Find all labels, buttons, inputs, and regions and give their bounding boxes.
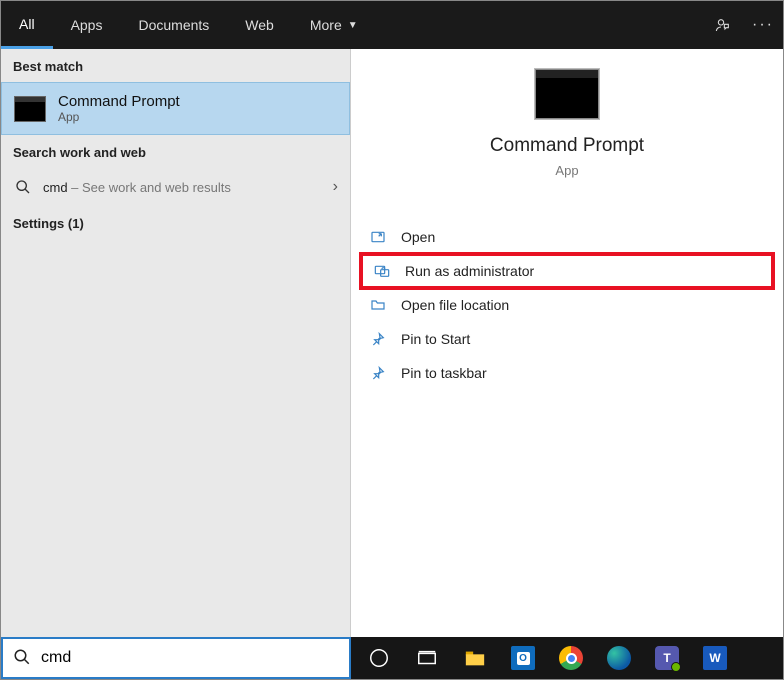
filter-tabs: All Apps Documents Web More ▼ ··· xyxy=(1,1,783,49)
tab-apps[interactable]: Apps xyxy=(53,1,121,49)
search-work-web-item[interactable]: cmd – See work and web results › xyxy=(1,168,350,206)
tab-web[interactable]: Web xyxy=(227,1,292,49)
pin-icon xyxy=(369,330,387,348)
chrome-icon xyxy=(559,646,583,670)
command-prompt-icon xyxy=(14,96,46,122)
search-work-web-header: Search work and web xyxy=(1,135,350,168)
edge-button[interactable] xyxy=(597,637,641,679)
action-label: Run as administrator xyxy=(405,263,534,279)
outlook-button[interactable]: O xyxy=(501,637,545,679)
preview-title: Command Prompt xyxy=(490,135,644,157)
action-open[interactable]: Open xyxy=(357,220,777,254)
results-panel: Best match Command Prompt App Search wor… xyxy=(1,49,351,637)
tab-documents[interactable]: Documents xyxy=(120,1,227,49)
more-options-icon[interactable]: ··· xyxy=(743,16,783,34)
action-pin-to-taskbar[interactable]: Pin to taskbar xyxy=(357,356,777,390)
taskbar: O T W xyxy=(351,637,783,679)
search-icon xyxy=(13,179,33,195)
tab-more-label: More xyxy=(310,17,342,33)
best-match-subtitle: App xyxy=(58,110,180,124)
preview-subtitle: App xyxy=(555,163,578,178)
chevron-down-icon: ▼ xyxy=(348,20,358,31)
search-hint: – See work and web results xyxy=(68,180,231,195)
folder-icon xyxy=(369,296,387,314)
open-icon xyxy=(369,228,387,246)
settings-header[interactable]: Settings (1) xyxy=(1,206,350,241)
tab-more[interactable]: More ▼ xyxy=(292,1,376,49)
action-label: Open xyxy=(401,229,435,245)
action-label: Pin to Start xyxy=(401,331,470,347)
best-match-header: Best match xyxy=(1,49,350,82)
chevron-right-icon: › xyxy=(333,178,338,196)
tab-all[interactable]: All xyxy=(1,1,53,49)
edge-icon xyxy=(607,646,631,670)
best-match-result[interactable]: Command Prompt App xyxy=(1,82,350,135)
action-label: Open file location xyxy=(401,297,509,313)
feedback-icon[interactable] xyxy=(703,17,743,33)
action-label: Pin to taskbar xyxy=(401,365,487,381)
search-box[interactable] xyxy=(1,637,351,679)
teams-icon: T xyxy=(655,646,679,670)
action-pin-to-start[interactable]: Pin to Start xyxy=(357,322,777,356)
chrome-button[interactable] xyxy=(549,637,593,679)
action-run-as-administrator[interactable]: Run as administrator xyxy=(361,254,773,288)
word-icon: W xyxy=(703,646,727,670)
command-prompt-icon xyxy=(535,69,599,119)
teams-button[interactable]: T xyxy=(645,637,689,679)
search-input[interactable] xyxy=(41,649,339,667)
action-open-file-location[interactable]: Open file location xyxy=(357,288,777,322)
pin-icon xyxy=(369,364,387,382)
task-view-button[interactable] xyxy=(405,637,449,679)
shield-icon xyxy=(373,262,391,280)
file-explorer-button[interactable] xyxy=(453,637,497,679)
search-icon xyxy=(13,648,31,669)
outlook-icon: O xyxy=(511,646,535,670)
preview-panel: Command Prompt App Open Run as administr… xyxy=(351,49,783,637)
search-term: cmd xyxy=(43,180,68,195)
best-match-title: Command Prompt xyxy=(58,93,180,110)
word-button[interactable]: W xyxy=(693,637,737,679)
cortana-button[interactable] xyxy=(357,637,401,679)
